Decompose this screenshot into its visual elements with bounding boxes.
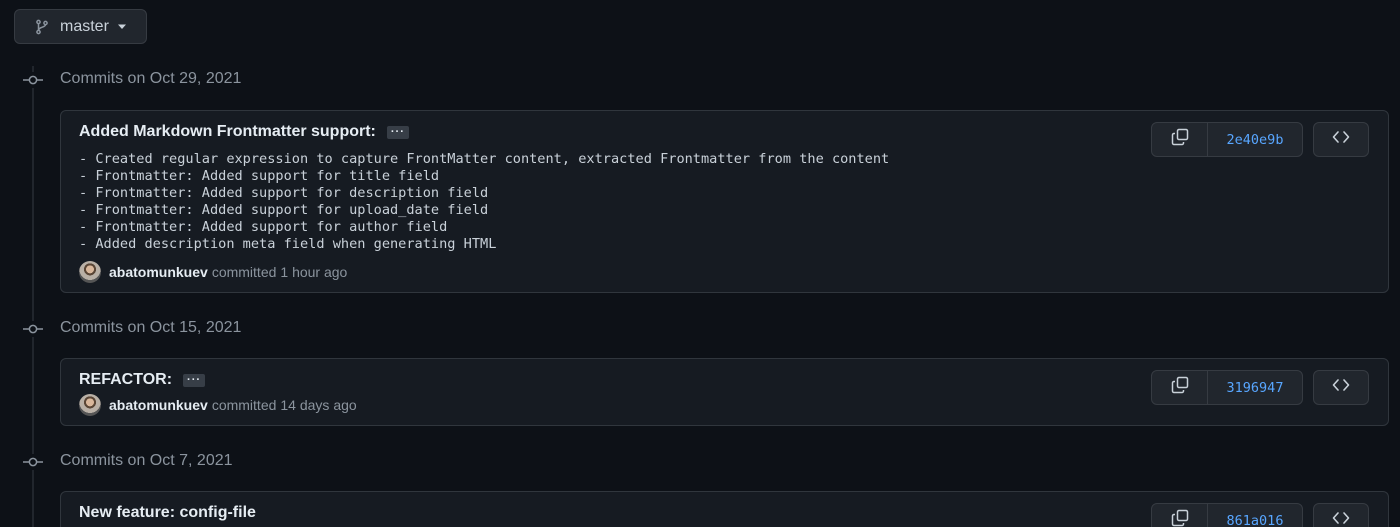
expand-message-button[interactable]: ··· — [386, 125, 409, 139]
commit-sha-link[interactable]: 861a016 — [1208, 504, 1302, 527]
commit-action-text: committed — [211, 397, 277, 413]
commits-page: master Commits on Oct 29, 2021 Added Mar… — [0, 0, 1400, 527]
code-icon — [1332, 378, 1350, 397]
git-branch-icon — [34, 19, 50, 35]
sha-button-group: 3196947 — [1151, 370, 1303, 405]
avatar[interactable] — [79, 394, 101, 416]
git-commit-icon — [23, 321, 43, 337]
commit-title-link[interactable]: Added Markdown Frontmatter support: — [79, 123, 376, 141]
author-link[interactable]: abatomunkuev — [109, 397, 208, 413]
expand-message-button[interactable]: ··· — [183, 373, 206, 387]
commit-title-link[interactable]: REFACTOR: — [79, 371, 172, 389]
branch-select-button[interactable]: master — [14, 9, 147, 44]
browse-repository-button[interactable] — [1313, 370, 1369, 405]
commit-time: 14 days ago — [280, 397, 357, 413]
commit-sha-link[interactable]: 2e40e9b — [1208, 123, 1302, 156]
code-icon — [1332, 511, 1350, 527]
commit-group-date: Commits on Oct 29, 2021 — [60, 70, 242, 87]
author-link[interactable]: abatomunkuev — [109, 264, 208, 280]
commit-sha-link[interactable]: 3196947 — [1208, 371, 1302, 404]
copy-sha-button[interactable] — [1152, 504, 1208, 527]
commit-title-link[interactable]: New feature: config-file — [79, 504, 256, 522]
copy-sha-button[interactable] — [1152, 123, 1208, 156]
branch-name: master — [60, 17, 109, 35]
git-commit-icon — [23, 454, 43, 470]
avatar[interactable] — [79, 261, 101, 283]
sha-button-group: 2e40e9b — [1151, 122, 1303, 157]
commit-group-date: Commits on Oct 7, 2021 — [60, 452, 233, 469]
copy-icon — [1171, 128, 1189, 151]
commit-action-text: committed — [211, 264, 277, 280]
git-commit-icon — [23, 72, 43, 88]
sha-button-group: 861a016 — [1151, 503, 1303, 527]
browse-repository-button[interactable] — [1313, 503, 1369, 527]
browse-repository-button[interactable] — [1313, 122, 1369, 157]
copy-icon — [1171, 376, 1189, 399]
commit-item: REFACTOR: ··· abatomunkuev committed 14 … — [60, 358, 1389, 426]
commit-message-body: - Created regular expression to capture … — [79, 151, 890, 252]
commit-item: Added Markdown Frontmatter support: ··· … — [60, 110, 1389, 293]
copy-icon — [1171, 509, 1189, 527]
commit-group-date: Commits on Oct 15, 2021 — [60, 319, 242, 336]
caret-down-icon — [117, 24, 127, 30]
commit-item: New feature: config-file 861a016 — [60, 491, 1389, 527]
copy-sha-button[interactable] — [1152, 371, 1208, 404]
code-icon — [1332, 130, 1350, 149]
commit-time: 1 hour ago — [280, 264, 348, 280]
